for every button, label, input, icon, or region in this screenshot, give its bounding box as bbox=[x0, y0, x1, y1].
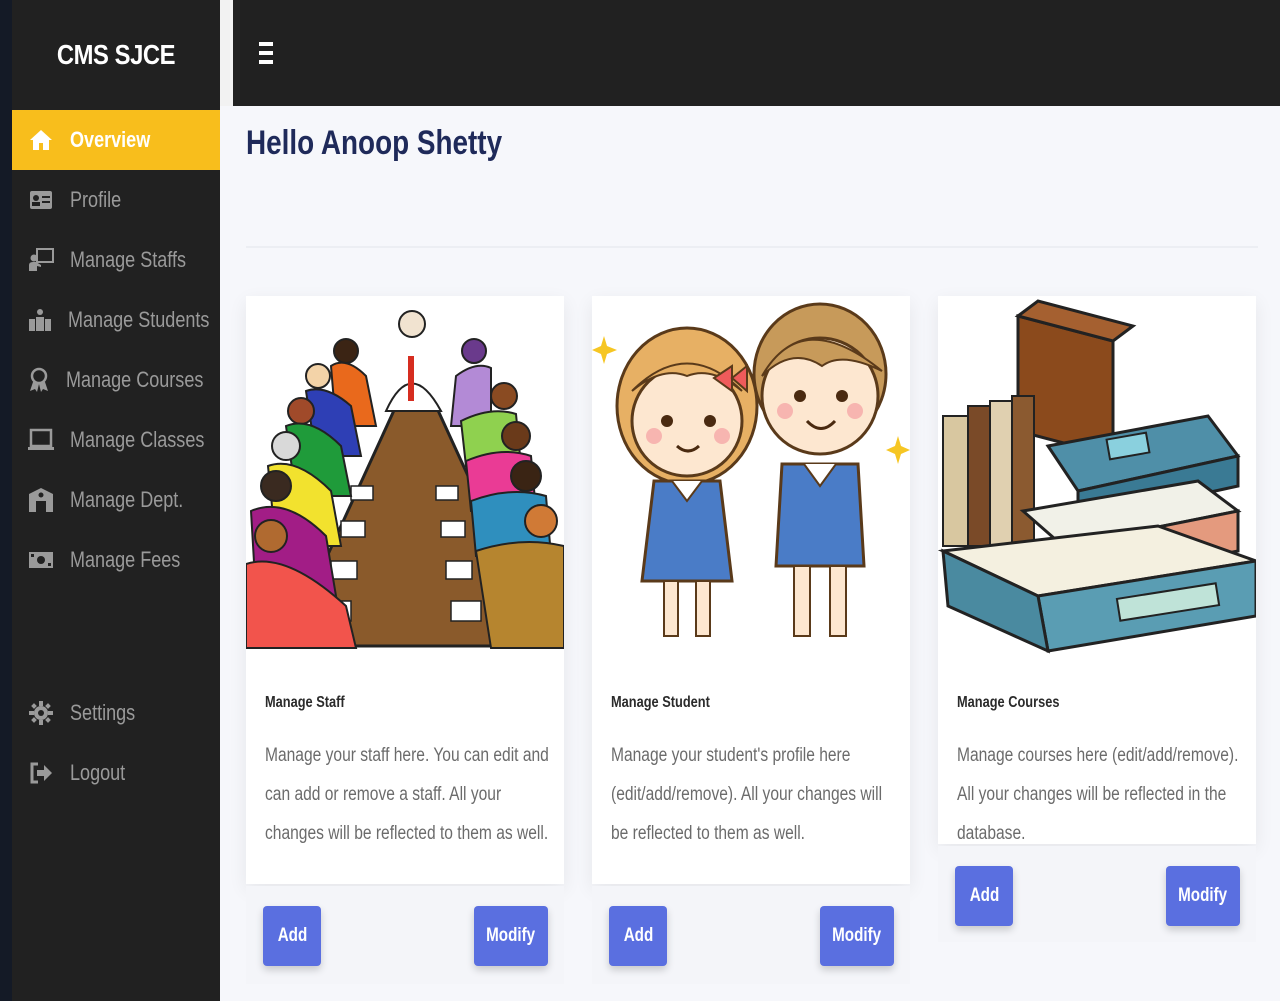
money-bill-icon bbox=[28, 547, 54, 573]
window-edge bbox=[0, 0, 12, 1001]
card-manage-courses: Manage Courses Manage courses here (edit… bbox=[938, 296, 1256, 942]
home-icon bbox=[28, 127, 54, 153]
sidebar-item-label: Manage Courses bbox=[66, 367, 204, 392]
card-manage-staff: Manage Staff Manage your staff here. You… bbox=[246, 296, 564, 984]
sidebar-item-manage-dept[interactable]: Manage Dept. bbox=[12, 470, 220, 530]
sidebar-item-manage-staffs[interactable]: Manage Staffs bbox=[12, 230, 220, 290]
sidebar-item-manage-fees[interactable]: Manage Fees bbox=[12, 530, 220, 590]
sidebar-item-label: Manage Students bbox=[68, 307, 210, 332]
sidebar-item-profile[interactable]: Profile bbox=[12, 170, 220, 230]
students-illustration bbox=[592, 296, 910, 654]
add-course-button[interactable]: Add bbox=[955, 866, 1013, 926]
card-description: Manage your staff here. You can edit and… bbox=[265, 745, 549, 844]
staff-meeting-illustration bbox=[246, 296, 564, 654]
award-icon bbox=[28, 367, 50, 393]
sidebar-item-label: Profile bbox=[70, 187, 122, 212]
sign-out-icon bbox=[28, 760, 54, 786]
modify-course-button[interactable]: Modify bbox=[1166, 866, 1240, 926]
sidebar-item-label: Manage Dept. bbox=[70, 487, 184, 512]
sidebar-border bbox=[220, 0, 233, 106]
top-bar bbox=[233, 0, 1280, 106]
books-illustration bbox=[938, 296, 1256, 654]
card-footer: Add Modify bbox=[592, 886, 910, 984]
sidebar-item-label: Manage Classes bbox=[70, 427, 205, 452]
card-manage-student: Manage Student Manage your student's pro… bbox=[592, 296, 910, 984]
sidebar-item-label: Settings bbox=[70, 700, 136, 725]
add-student-button[interactable]: Add bbox=[609, 906, 667, 966]
chalkboard-teacher-icon bbox=[28, 247, 54, 273]
card-footer: Add Modify bbox=[938, 846, 1256, 942]
sidebar-item-label: Manage Fees bbox=[70, 547, 181, 572]
card-description: Manage courses here (edit/add/remove). A… bbox=[957, 745, 1239, 844]
sidebar-item-manage-courses[interactable]: Manage Courses bbox=[12, 350, 220, 410]
card-title: Manage Courses bbox=[957, 694, 1060, 711]
laptop-icon bbox=[28, 427, 54, 453]
main-content: Hello Anoop Shetty Manage Staff Manage y… bbox=[220, 106, 1280, 1001]
sidebar-item-label: Overview bbox=[70, 127, 151, 152]
sidebar: CMS SJCE Overview Profile Manage Staffs … bbox=[12, 0, 220, 1001]
card-title: Manage Staff bbox=[265, 694, 345, 711]
sidebar-item-logout[interactable]: Logout bbox=[12, 743, 220, 803]
modify-student-button[interactable]: Modify bbox=[820, 906, 894, 966]
sidebar-item-manage-students[interactable]: Manage Students bbox=[12, 290, 220, 350]
sidebar-item-label: Logout bbox=[70, 760, 126, 785]
divider bbox=[246, 246, 1258, 248]
hamburger-menu-icon[interactable] bbox=[259, 42, 273, 64]
sidebar-item-settings[interactable]: Settings bbox=[12, 683, 220, 743]
gear-icon bbox=[28, 700, 54, 726]
modify-staff-button[interactable]: Modify bbox=[474, 906, 548, 966]
app-title: CMS SJCE bbox=[56, 39, 176, 70]
page-title: Hello Anoop Shetty bbox=[246, 124, 503, 162]
add-staff-button[interactable]: Add bbox=[263, 906, 321, 966]
id-card-icon bbox=[28, 187, 54, 213]
sidebar-item-manage-classes[interactable]: Manage Classes bbox=[12, 410, 220, 470]
card-footer: Add Modify bbox=[246, 886, 564, 984]
building-icon bbox=[28, 487, 54, 513]
card-description: Manage your student's profile here (edit… bbox=[611, 745, 883, 844]
sidebar-item-overview[interactable]: Overview bbox=[12, 110, 220, 170]
sidebar-item-label: Manage Staffs bbox=[70, 247, 187, 272]
users-icon bbox=[28, 307, 52, 333]
card-title: Manage Student bbox=[611, 694, 710, 711]
